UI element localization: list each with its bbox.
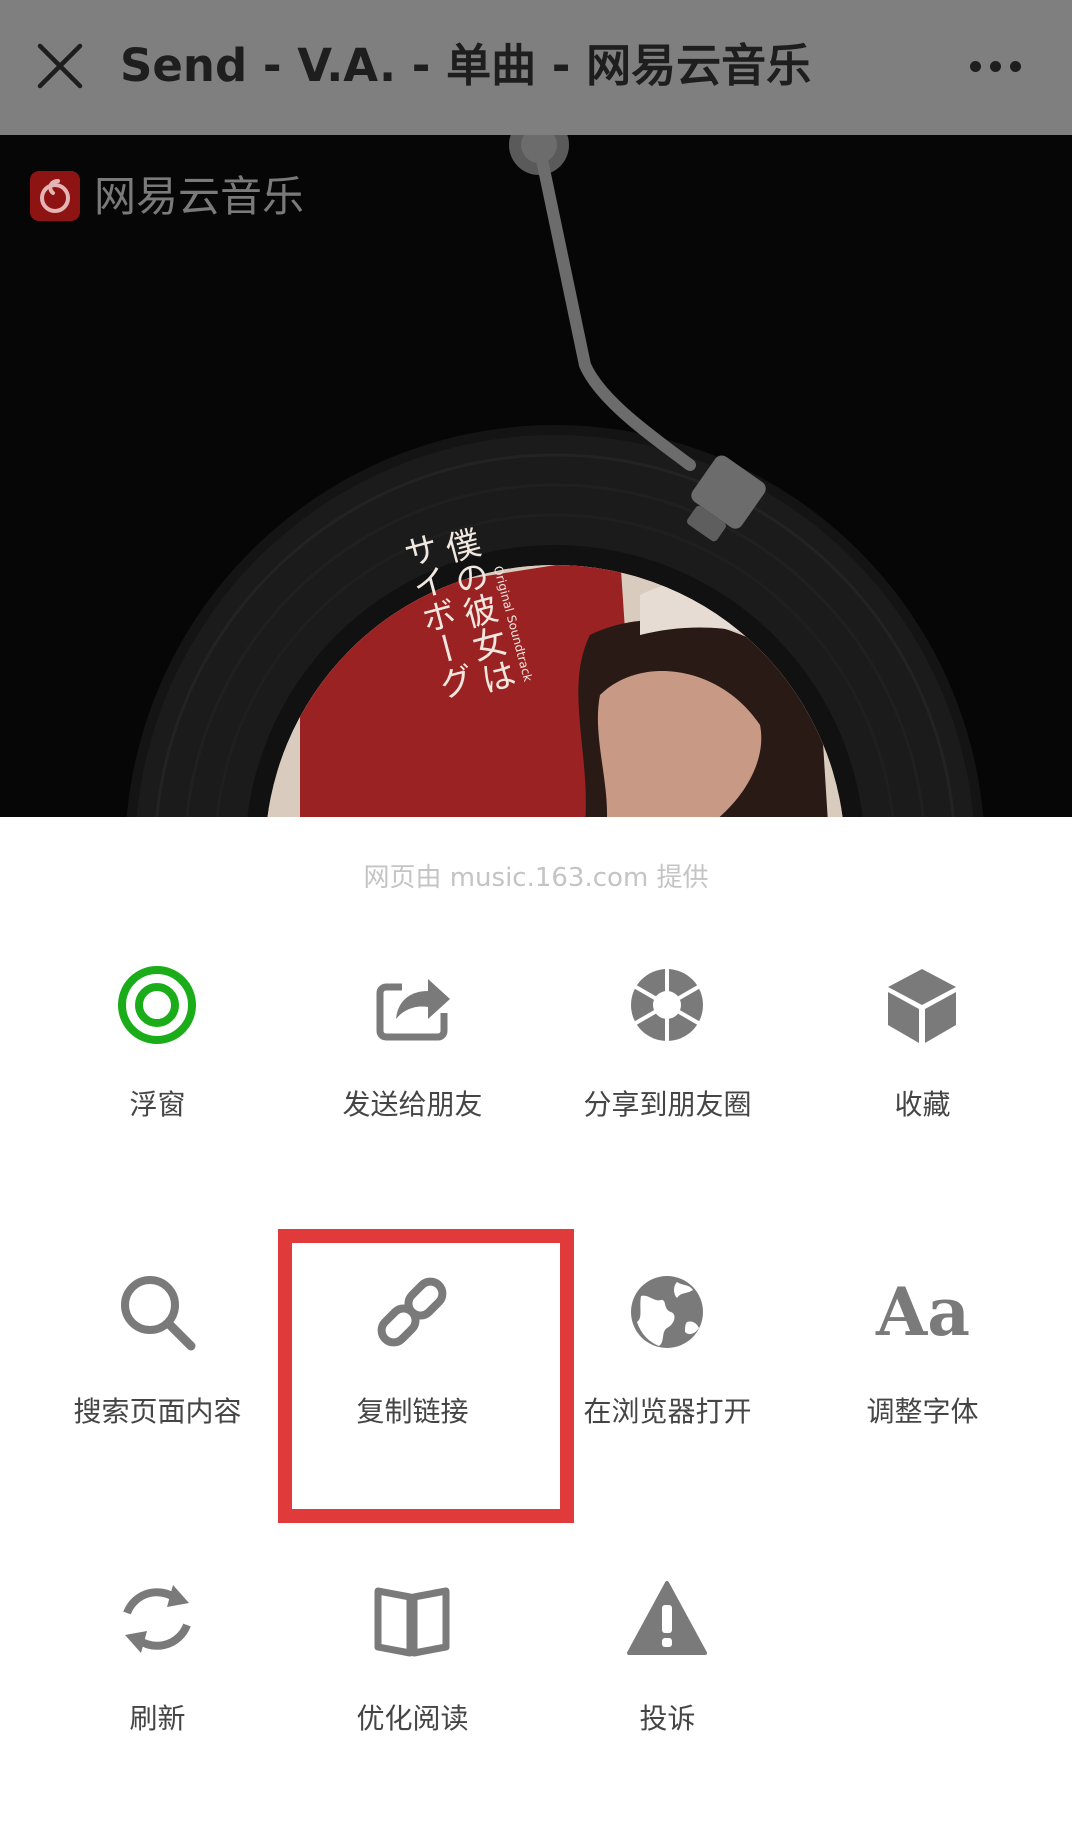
action-grid: 浮窗 发送给朋友 分享到朋友圈 收藏 搜索页面内容 复制链接 在浏览器打开 Aa… — [0, 0, 1072, 1735]
refresh-icon — [117, 1579, 197, 1659]
reader-mode-label: 优化阅读 — [356, 1702, 469, 1735]
search-page-button[interactable]: 搜索页面内容 — [30, 1272, 285, 1522]
favorite-label: 收藏 — [894, 1088, 951, 1121]
complain-button[interactable]: 投诉 — [540, 1579, 795, 1829]
copy-link-button[interactable]: 复制链接 — [285, 1272, 540, 1522]
float-window-button[interactable]: 浮窗 — [30, 965, 285, 1215]
open-in-browser-button[interactable]: 在浏览器打开 — [540, 1272, 795, 1522]
refresh-button[interactable]: 刷新 — [30, 1579, 285, 1829]
favorite-button[interactable]: 收藏 — [795, 965, 1050, 1215]
moments-shutter-icon — [627, 965, 707, 1045]
adjust-font-label: 调整字体 — [866, 1395, 979, 1428]
send-to-friend-label: 发送给朋友 — [342, 1088, 483, 1121]
font-size-icon: Aa — [876, 1272, 970, 1352]
float-window-label: 浮窗 — [129, 1088, 186, 1121]
search-page-label: 搜索页面内容 — [73, 1395, 242, 1428]
send-to-friend-button[interactable]: 发送给朋友 — [285, 965, 540, 1215]
floating-window-icon — [117, 965, 197, 1045]
refresh-label: 刷新 — [129, 1702, 186, 1735]
globe-icon — [627, 1272, 707, 1352]
link-icon — [372, 1272, 452, 1352]
search-icon — [117, 1272, 197, 1352]
favorite-cube-icon — [882, 965, 962, 1045]
copy-link-label: 复制链接 — [356, 1395, 469, 1428]
share-moments-label: 分享到朋友圈 — [583, 1088, 752, 1121]
book-icon — [372, 1579, 452, 1659]
adjust-font-button[interactable]: Aa 调整字体 — [795, 1272, 1050, 1522]
complain-label: 投诉 — [639, 1702, 696, 1735]
share-moments-button[interactable]: 分享到朋友圈 — [540, 965, 795, 1215]
warning-icon — [627, 1579, 707, 1659]
open-in-browser-label: 在浏览器打开 — [583, 1395, 752, 1428]
reader-mode-button[interactable]: 优化阅读 — [285, 1579, 540, 1829]
font-size-glyph: Aa — [876, 1273, 970, 1351]
share-arrow-icon — [372, 965, 452, 1045]
